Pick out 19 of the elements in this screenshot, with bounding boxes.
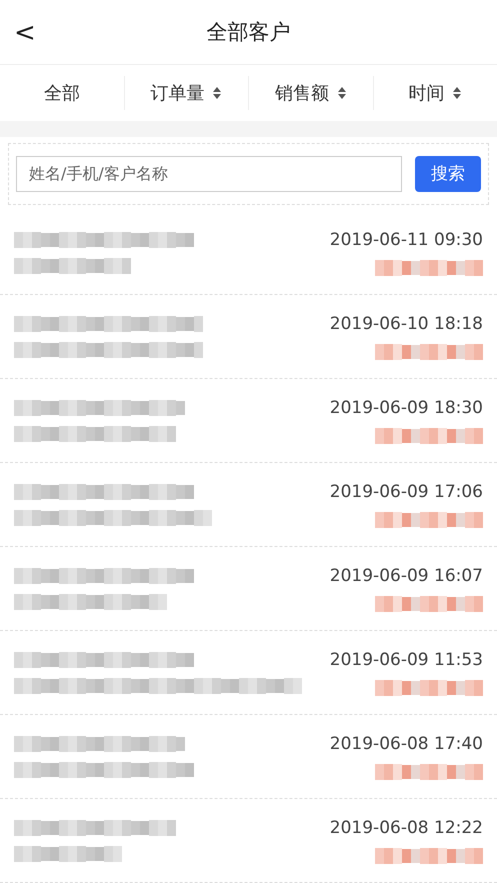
order-time: 2019-06-10 18:18 (330, 314, 483, 334)
search-field[interactable]: 姓名/手机/客户名称 (16, 156, 402, 192)
sort-icon (212, 86, 222, 100)
page-title: 全部客户 (206, 19, 290, 46)
sort-icon (336, 86, 347, 100)
sort-tab[interactable]: 订单量 (124, 76, 248, 110)
order-time: 2019-06-08 12:22 (330, 818, 483, 838)
order-time: 2019-06-09 18:30 (330, 398, 483, 418)
order-time: 2019-06-09 11:53 (330, 650, 483, 670)
back-button[interactable]: < (10, 18, 40, 48)
sort-tab[interactable]: 时间 (372, 76, 497, 110)
search-button[interactable]: 搜索 (415, 156, 481, 192)
order-time: 2019-06-11 09:30 (330, 230, 483, 250)
order-time: 2019-06-09 17:06 (330, 482, 483, 502)
sort-icon (452, 86, 462, 100)
sort-tab[interactable]: 全部 (0, 76, 124, 110)
sort-tab[interactable]: 销售额 (248, 76, 372, 110)
order-time: 2019-06-09 16:07 (330, 566, 483, 586)
order-time: 2019-06-08 17:40 (330, 734, 483, 754)
